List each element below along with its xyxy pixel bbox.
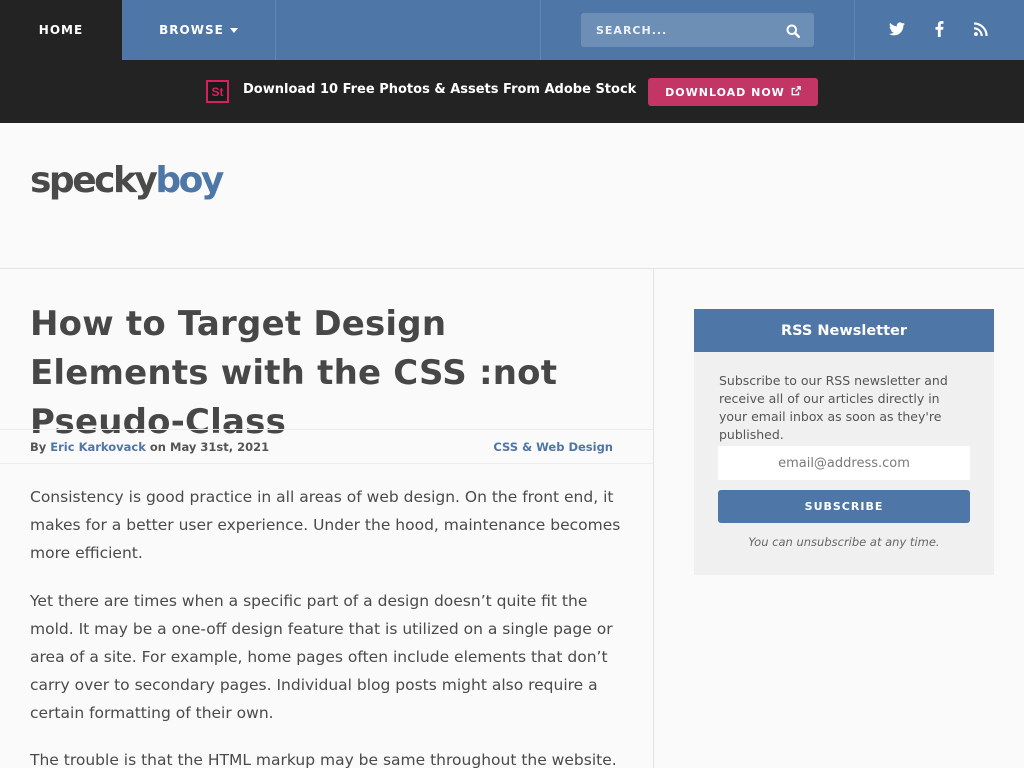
publish-date: May 31st, 2021	[170, 440, 270, 454]
article-paragraph: Yet there are times when a specific part…	[30, 592, 613, 722]
facebook-icon[interactable]	[928, 18, 950, 40]
nav-browse-label: BROWSE	[159, 23, 224, 37]
logo-text-specky: specky	[30, 160, 158, 201]
search-input[interactable]	[596, 23, 766, 37]
category-link[interactable]: CSS & Web Design	[493, 440, 613, 454]
article-paragraph: Consistency is good practice in all area…	[30, 488, 621, 562]
nav-divider	[854, 0, 855, 60]
newsletter-title: RSS Newsletter	[694, 309, 994, 352]
download-now-label: DOWNLOAD NOW	[665, 85, 785, 99]
search-box	[581, 13, 814, 47]
twitter-icon[interactable]	[886, 18, 908, 40]
caret-down-icon	[229, 27, 238, 33]
newsletter-widget: RSS Newsletter Subscribe to our RSS news…	[694, 309, 994, 575]
author-link[interactable]: Eric Karkovack	[50, 440, 146, 454]
newsletter-description: Subscribe to our RSS newsletter and rece…	[719, 373, 948, 442]
article-paragraph: The trouble is that the HTML markup may …	[30, 751, 617, 768]
column-divider	[653, 269, 654, 768]
article-meta: By Eric Karkovack on May 31st, 2021 CSS …	[0, 429, 653, 464]
adobe-stock-icon: St	[206, 80, 229, 103]
nav-divider	[540, 0, 541, 60]
article-title: How to Target Design Elements with the C…	[30, 304, 558, 442]
promo-text[interactable]: Download 10 Free Photos & Assets From Ad…	[243, 82, 636, 97]
external-link-icon	[791, 85, 801, 99]
search-icon[interactable]	[786, 23, 801, 39]
byline: By Eric Karkovack on May 31st, 2021	[30, 440, 269, 454]
unsubscribe-note: You can unsubscribe at any time.	[748, 535, 940, 549]
site-logo[interactable]: speckyboy	[30, 160, 224, 201]
rss-icon[interactable]	[970, 18, 992, 40]
nav-browse-dropdown[interactable]: BROWSE	[122, 0, 276, 60]
email-field[interactable]	[718, 446, 970, 480]
download-now-button[interactable]: DOWNLOAD NOW	[648, 78, 818, 106]
top-navigation: HOME BROWSE	[0, 0, 1024, 60]
logo-text-boy: boy	[155, 160, 224, 201]
byline-prefix: By	[30, 440, 47, 454]
nav-home-link[interactable]: HOME	[0, 0, 122, 60]
subscribe-button[interactable]: SUBSCRIBE	[718, 490, 970, 523]
date-prefix: on	[149, 440, 166, 454]
